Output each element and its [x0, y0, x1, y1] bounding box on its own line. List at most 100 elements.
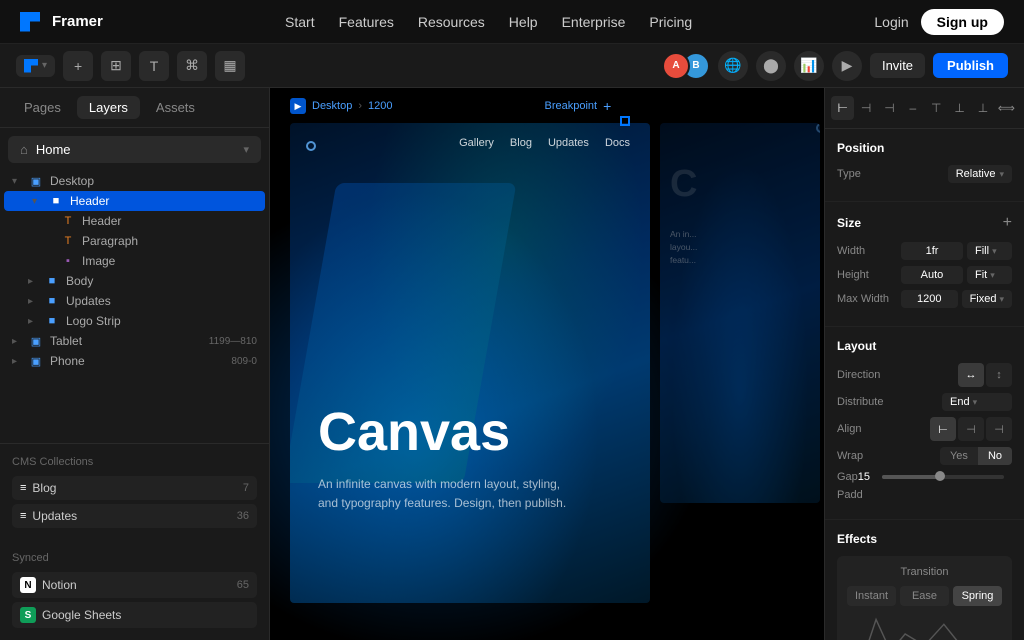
avatar-1: A	[662, 52, 690, 80]
synced-section-title: Synced	[12, 552, 257, 564]
transition-spring-button[interactable]: Spring	[953, 586, 1002, 606]
gap-slider[interactable]	[882, 475, 1004, 479]
align-center-h-icon[interactable]: ⊣	[854, 96, 877, 120]
layer-image[interactable]: ▸ ▪ Image	[0, 251, 269, 271]
logo-menu-button[interactable]: ▾	[16, 55, 55, 77]
type-value-select[interactable]: Relative ▾	[948, 165, 1012, 183]
page-selector[interactable]: ⌂ Home ▾	[8, 136, 261, 163]
layer-paragraph[interactable]: ▸ T Paragraph	[0, 231, 269, 251]
direction-horizontal-button[interactable]: ↔	[958, 363, 984, 387]
width-type-select[interactable]: Fill ▾	[967, 242, 1012, 260]
toggle-icon: ▸	[12, 336, 28, 347]
synced-item-name: Notion	[42, 578, 77, 592]
gap-slider-thumb[interactable]	[935, 471, 945, 481]
cookie-icon[interactable]: ⬤	[756, 51, 786, 81]
width-input[interactable]: 1fr	[901, 242, 963, 260]
align-bottom-icon[interactable]: ⊥	[971, 96, 994, 120]
align-left-icon[interactable]: ⊢	[831, 96, 854, 120]
layer-desktop[interactable]: ▾ ▣ Desktop	[0, 171, 269, 191]
align-center-button[interactable]: ⊣	[958, 417, 984, 441]
cms-item-blog[interactable]: ≡ Blog 7	[12, 476, 257, 500]
synced-notion[interactable]: N Notion 65	[12, 572, 257, 598]
align-top-icon[interactable]: ⊤	[925, 96, 948, 120]
tablet-frame-preview: ▶ Tablet C An in...layou...featu...	[660, 123, 820, 503]
canvas-area[interactable]: ▶ Desktop › 1200 Breakpoint + Gallery Bl…	[270, 88, 824, 640]
cms-item-updates[interactable]: ≡ Updates 36	[12, 504, 257, 528]
toggle-icon: ▸	[44, 236, 60, 247]
transition-ease-button[interactable]: Ease	[900, 586, 949, 606]
layer-header-selected[interactable]: ▾ ■ Header	[4, 191, 265, 211]
image-icon: ▪	[60, 255, 76, 267]
layer-name: Image	[82, 254, 257, 268]
globe-icon[interactable]: 🌐	[718, 51, 748, 81]
align-right-icon[interactable]: ⊣	[878, 96, 901, 120]
wrap-row: Wrap Yes No	[837, 447, 1012, 465]
wrap-no-option[interactable]: No	[978, 447, 1012, 465]
remove-icon[interactable]: –	[901, 96, 924, 120]
layer-updates[interactable]: ▸ ■ Updates	[0, 291, 269, 311]
align-left-button[interactable]: ⊢	[930, 417, 956, 441]
size-add-button[interactable]: +	[1003, 214, 1012, 232]
add-breakpoint-button[interactable]: +	[603, 98, 611, 114]
component-icon: ■	[44, 295, 60, 307]
transition-instant-button[interactable]: Instant	[847, 586, 896, 606]
nav-link-resources[interactable]: Resources	[418, 14, 485, 30]
publish-button[interactable]: Publish	[933, 53, 1008, 78]
analytics-icon[interactable]: 📊	[794, 51, 824, 81]
text-icon: T	[60, 235, 76, 247]
layer-tablet[interactable]: ▸ ▣ Tablet 1199—810	[0, 331, 269, 351]
gap-label: Gap	[837, 471, 858, 483]
nav-link-pricing[interactable]: Pricing	[649, 14, 692, 30]
gap-value: 15	[858, 471, 870, 483]
layer-phone[interactable]: ▸ ▣ Phone 809-0	[0, 351, 269, 371]
align-row: Align ⊢ ⊣ ⊣	[837, 417, 1012, 441]
height-input[interactable]: Auto	[901, 266, 963, 284]
layer-header-child[interactable]: ▸ T Header	[0, 211, 269, 231]
grid-view-button[interactable]: ⊞	[101, 51, 131, 81]
align-middle-icon[interactable]: ⊥	[948, 96, 971, 120]
synced-google-sheets[interactable]: S Google Sheets	[12, 602, 257, 628]
tab-assets[interactable]: Assets	[144, 96, 207, 119]
maxwidth-type-select[interactable]: Fixed ▾	[962, 290, 1012, 308]
tab-layers[interactable]: Layers	[77, 96, 140, 119]
top-navigation: Framer Start Features Resources Help Ent…	[0, 0, 1024, 44]
text-tool-button[interactable]: T	[139, 51, 169, 81]
maxwidth-input[interactable]: 1200	[901, 290, 958, 308]
transition-title: Transition	[847, 566, 1002, 578]
tablet-hero-text: An in...layou...featu...	[670, 228, 810, 266]
invite-button[interactable]: Invite	[870, 53, 925, 78]
gap-row: Gap 15	[837, 471, 1012, 483]
play-button[interactable]: ▶	[832, 51, 862, 81]
nav-link-features[interactable]: Features	[339, 14, 394, 30]
nav-links: Start Features Resources Help Enterprise…	[285, 14, 692, 30]
layer-body[interactable]: ▸ ■ Body	[0, 271, 269, 291]
signup-button[interactable]: Sign up	[921, 9, 1004, 35]
distribute-select[interactable]: End ▾	[942, 393, 1012, 411]
component-button[interactable]: ⌘	[177, 51, 207, 81]
toolbar-center: A B 🌐 ⬤ 📊 ▶ Invite Publish	[662, 51, 1008, 81]
nav-link-help[interactable]: Help	[509, 14, 538, 30]
layout-section: Layout Direction ↔ ↕ Distribute End ▾ Al…	[825, 327, 1024, 520]
nav-link-enterprise[interactable]: Enterprise	[562, 14, 626, 30]
height-type-value: Fit	[975, 269, 987, 281]
add-element-button[interactable]: +	[63, 51, 93, 81]
preview-nav: Gallery Blog Updates Docs	[290, 123, 650, 163]
layer-name: Updates	[66, 294, 257, 308]
login-button[interactable]: Login	[874, 14, 908, 30]
cms-item-name: Updates	[32, 509, 77, 523]
right-panel-toolbar: ⊢ ⊣ ⊣ – ⊤ ⊥ ⊥ ⟺	[825, 88, 1024, 129]
nav-link-start[interactable]: Start	[285, 14, 315, 30]
tab-pages[interactable]: Pages	[12, 96, 73, 119]
padding-label: Padd	[837, 489, 863, 501]
distribute-icon[interactable]: ⟺	[995, 96, 1018, 120]
direction-vertical-button[interactable]: ↕	[986, 363, 1012, 387]
cms-item-count: 7	[243, 482, 249, 494]
gap-slider-fill	[882, 475, 943, 479]
align-right-button[interactable]: ⊣	[986, 417, 1012, 441]
component-icon: ■	[48, 195, 64, 207]
wrap-yes-option[interactable]: Yes	[940, 447, 978, 465]
table-button[interactable]: ▦	[215, 51, 245, 81]
layer-logostrip[interactable]: ▸ ■ Logo Strip	[0, 311, 269, 331]
toolbar-left: ▾ + ⊞ T ⌘ ▦	[16, 51, 245, 81]
height-type-select[interactable]: Fit ▾	[967, 266, 1012, 284]
